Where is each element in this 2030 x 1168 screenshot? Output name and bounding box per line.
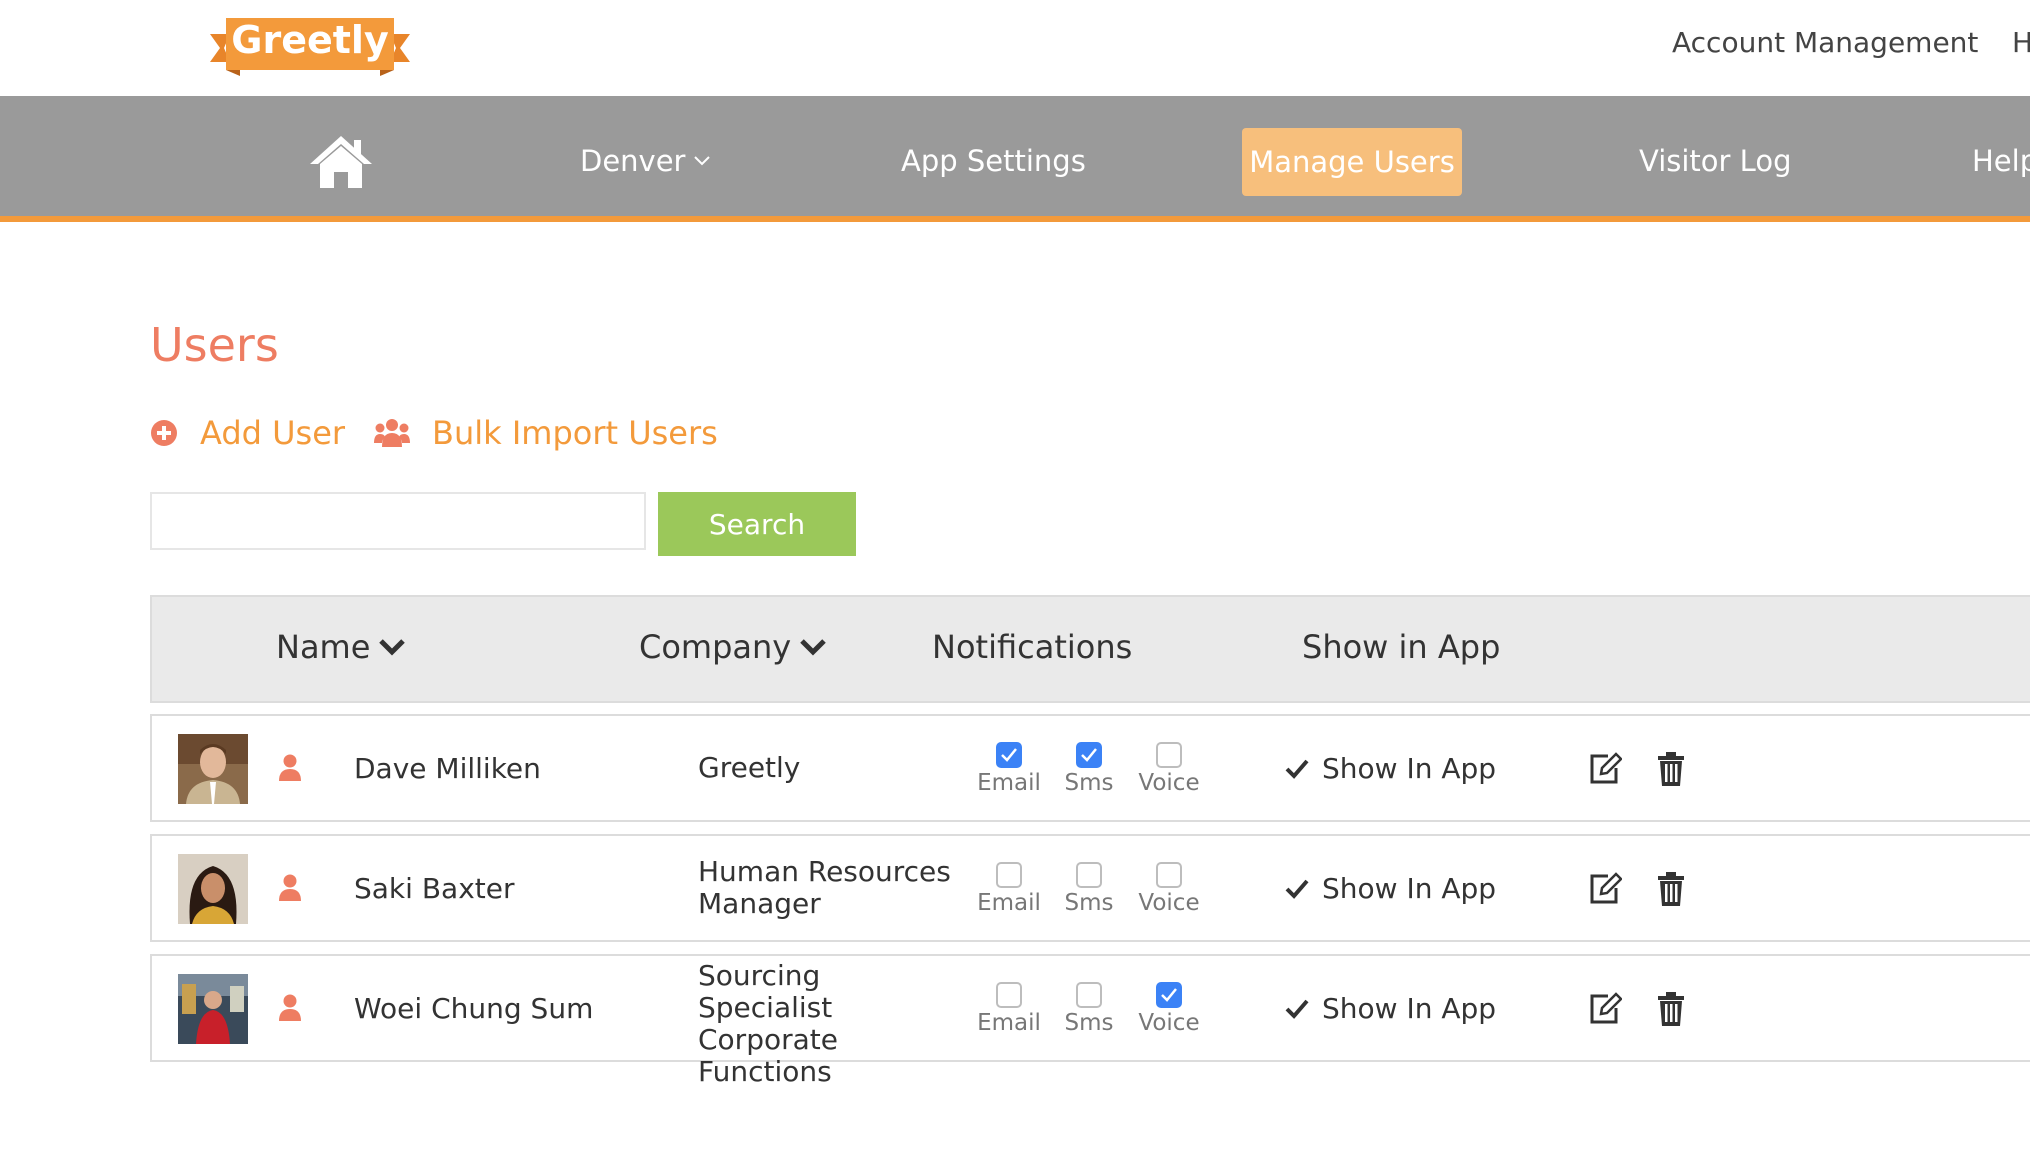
edit-icon[interactable] [1588, 992, 1622, 1026]
email-label: Email [977, 890, 1041, 916]
chevron-down-icon [379, 639, 406, 656]
nav-location-dropdown[interactable]: Denver [580, 144, 711, 178]
sms-label: Sms [1064, 890, 1114, 916]
sms-toggle[interactable]: Sms [1054, 742, 1124, 796]
company-line: Manager [698, 887, 821, 920]
logo-text: Greetly [231, 18, 389, 62]
voice-label: Voice [1138, 1010, 1200, 1036]
sms-toggle[interactable]: Sms [1054, 982, 1124, 1036]
voice-checkbox[interactable] [1156, 862, 1182, 888]
edit-icon[interactable] [1588, 752, 1622, 786]
checkmark-icon [1285, 759, 1309, 779]
user-company: Greetly [698, 752, 958, 784]
chevron-down-icon [694, 156, 711, 166]
company-line: Corporate [698, 1023, 838, 1056]
home-icon[interactable] [308, 134, 374, 190]
name-header: Name [276, 628, 371, 666]
email-label: Email [977, 1010, 1041, 1036]
sms-label: Sms [1064, 1010, 1114, 1036]
avatar [178, 734, 248, 804]
table-row: Woei Chung Sum Sourcing Specialist Corpo… [150, 954, 2030, 1088]
show-in-app-toggle[interactable]: Show In App [1284, 872, 1496, 905]
user-name: Saki Baxter [354, 872, 515, 905]
company-line: Greetly [698, 751, 801, 784]
company-line: Functions [698, 1055, 832, 1088]
company-line: Human Resources [698, 855, 951, 888]
voice-checkbox[interactable] [1156, 742, 1182, 768]
chevron-down-icon [800, 639, 827, 656]
table-row: Saki Baxter Human Resources Manager Emai… [150, 834, 2030, 942]
trash-icon[interactable] [1658, 872, 1684, 906]
sms-checkbox[interactable] [1076, 982, 1102, 1008]
check-icon [1081, 748, 1097, 762]
avatar [178, 854, 248, 924]
nav-visitor-log[interactable]: Visitor Log [1639, 144, 1791, 178]
checkmark-icon [1285, 999, 1309, 1019]
users-group-icon [374, 419, 410, 447]
top-link-partial[interactable]: H [2012, 26, 2030, 59]
show-in-app-label: Show In App [1322, 752, 1497, 785]
checkmark-icon [1285, 879, 1309, 899]
user-company: Human Resources Manager [698, 856, 958, 920]
nav-help[interactable]: Help [1972, 144, 2030, 178]
email-toggle[interactable]: Email [974, 862, 1044, 916]
bulk-import-users-button[interactable]: Bulk Import Users [374, 414, 718, 452]
user-name: Woei Chung Sum [354, 992, 594, 1025]
email-checkbox[interactable] [996, 742, 1022, 768]
company-line: Sourcing Specialist [698, 959, 833, 1024]
nav-app-settings[interactable]: App Settings [901, 144, 1086, 178]
sort-by-company[interactable]: Company [639, 628, 827, 666]
trash-icon[interactable] [1658, 752, 1684, 786]
company-header: Company [639, 628, 792, 666]
email-checkbox[interactable] [996, 982, 1022, 1008]
voice-toggle[interactable]: Voice [1134, 982, 1204, 1036]
notifications-header: Notifications [932, 628, 1132, 666]
check-icon [1001, 748, 1017, 762]
email-toggle[interactable]: Email [974, 742, 1044, 796]
sort-by-name[interactable]: Name [276, 628, 406, 666]
show-in-app-header: Show in App [1302, 628, 1500, 666]
voice-label: Voice [1138, 770, 1200, 796]
voice-checkbox[interactable] [1156, 982, 1182, 1008]
email-checkbox[interactable] [996, 862, 1022, 888]
search-input[interactable] [150, 492, 646, 550]
nav-manage-users[interactable]: Manage Users [1242, 128, 1462, 196]
check-icon [1161, 988, 1177, 1002]
voice-toggle[interactable]: Voice [1134, 742, 1204, 796]
show-in-app-toggle[interactable]: Show In App [1284, 752, 1496, 785]
sms-checkbox[interactable] [1076, 862, 1102, 888]
user-company: Sourcing Specialist Corporate Functions [698, 960, 958, 1088]
trash-icon[interactable] [1658, 992, 1684, 1026]
edit-icon[interactable] [1588, 872, 1622, 906]
sms-label: Sms [1064, 770, 1114, 796]
add-user-label: Add User [200, 414, 346, 452]
nav-manage-users-label: Manage Users [1249, 145, 1455, 179]
sms-toggle[interactable]: Sms [1054, 862, 1124, 916]
sms-checkbox[interactable] [1076, 742, 1102, 768]
show-in-app-toggle[interactable]: Show In App [1284, 992, 1496, 1025]
email-label: Email [977, 770, 1041, 796]
search-button[interactable]: Search [658, 492, 856, 556]
page-title: Users [150, 318, 279, 372]
table-row: Dave Milliken Greetly Email Sms Voice Sh… [150, 714, 2030, 822]
show-in-app-label: Show In App [1322, 992, 1497, 1025]
user-name: Dave Milliken [354, 752, 541, 785]
show-in-app-header-label: Show in App [1302, 628, 1501, 666]
voice-label: Voice [1138, 890, 1200, 916]
nav-location-label: Denver [580, 144, 686, 178]
account-management-link[interactable]: Account Management [1672, 26, 1978, 59]
avatar [178, 974, 248, 1044]
greetly-logo[interactable]: Greetly [210, 14, 410, 78]
user-icon [279, 754, 301, 781]
voice-toggle[interactable]: Voice [1134, 862, 1204, 916]
add-user-button[interactable]: Add User [150, 414, 345, 452]
email-toggle[interactable]: Email [974, 982, 1044, 1036]
user-icon [279, 994, 301, 1021]
nav-accent-stripe [0, 216, 2030, 222]
user-icon [279, 874, 301, 901]
notifications-header-label: Notifications [932, 628, 1133, 666]
show-in-app-label: Show In App [1322, 872, 1497, 905]
bulk-import-label: Bulk Import Users [432, 414, 718, 452]
plus-circle-icon [151, 420, 177, 446]
